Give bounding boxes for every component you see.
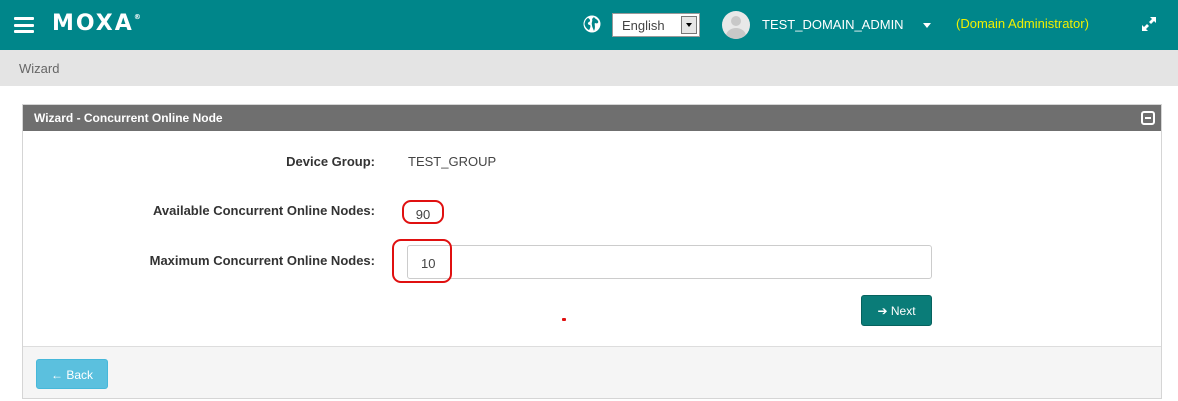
wizard-panel: Wizard - Concurrent Online Node Device G… bbox=[22, 104, 1162, 399]
panel-header: Wizard - Concurrent Online Node bbox=[23, 105, 1161, 131]
username-menu[interactable]: TEST_DOMAIN_ADMIN bbox=[762, 17, 904, 32]
dropdown-arrow-icon[interactable] bbox=[681, 16, 697, 34]
collapse-icon[interactable] bbox=[1141, 111, 1155, 125]
available-nodes-value: 90 bbox=[402, 200, 444, 224]
user-role: (Domain Administrator) bbox=[956, 16, 1089, 31]
globe-icon bbox=[583, 15, 601, 33]
top-navbar: MOXA® English TEST_DOMAIN_ADMIN (Domain … bbox=[0, 0, 1178, 50]
maximum-nodes-input[interactable]: 10 bbox=[407, 245, 932, 279]
breadcrumb: Wizard bbox=[0, 50, 1178, 86]
menu-icon[interactable] bbox=[14, 17, 34, 33]
device-group-value: TEST_GROUP bbox=[408, 154, 497, 169]
panel-footer: ← Back bbox=[23, 346, 1161, 398]
expand-icon[interactable] bbox=[1140, 15, 1158, 33]
language-value: English bbox=[622, 18, 665, 33]
maximum-nodes-label: Maximum Concurrent Online Nodes: bbox=[149, 253, 375, 268]
highlight-annotation bbox=[392, 239, 452, 283]
chevron-down-icon[interactable] bbox=[923, 23, 931, 28]
moxa-logo: MOXA® bbox=[52, 11, 141, 36]
next-button[interactable]: ➔ Next bbox=[861, 295, 932, 326]
device-group-label: Device Group: bbox=[286, 154, 375, 169]
available-nodes-label: Available Concurrent Online Nodes: bbox=[152, 203, 375, 218]
annotation-dot bbox=[562, 318, 566, 321]
panel-title: Wizard - Concurrent Online Node bbox=[34, 111, 223, 125]
back-button[interactable]: ← Back bbox=[36, 359, 108, 389]
user-avatar[interactable] bbox=[722, 11, 750, 39]
language-select[interactable]: English bbox=[612, 13, 700, 37]
